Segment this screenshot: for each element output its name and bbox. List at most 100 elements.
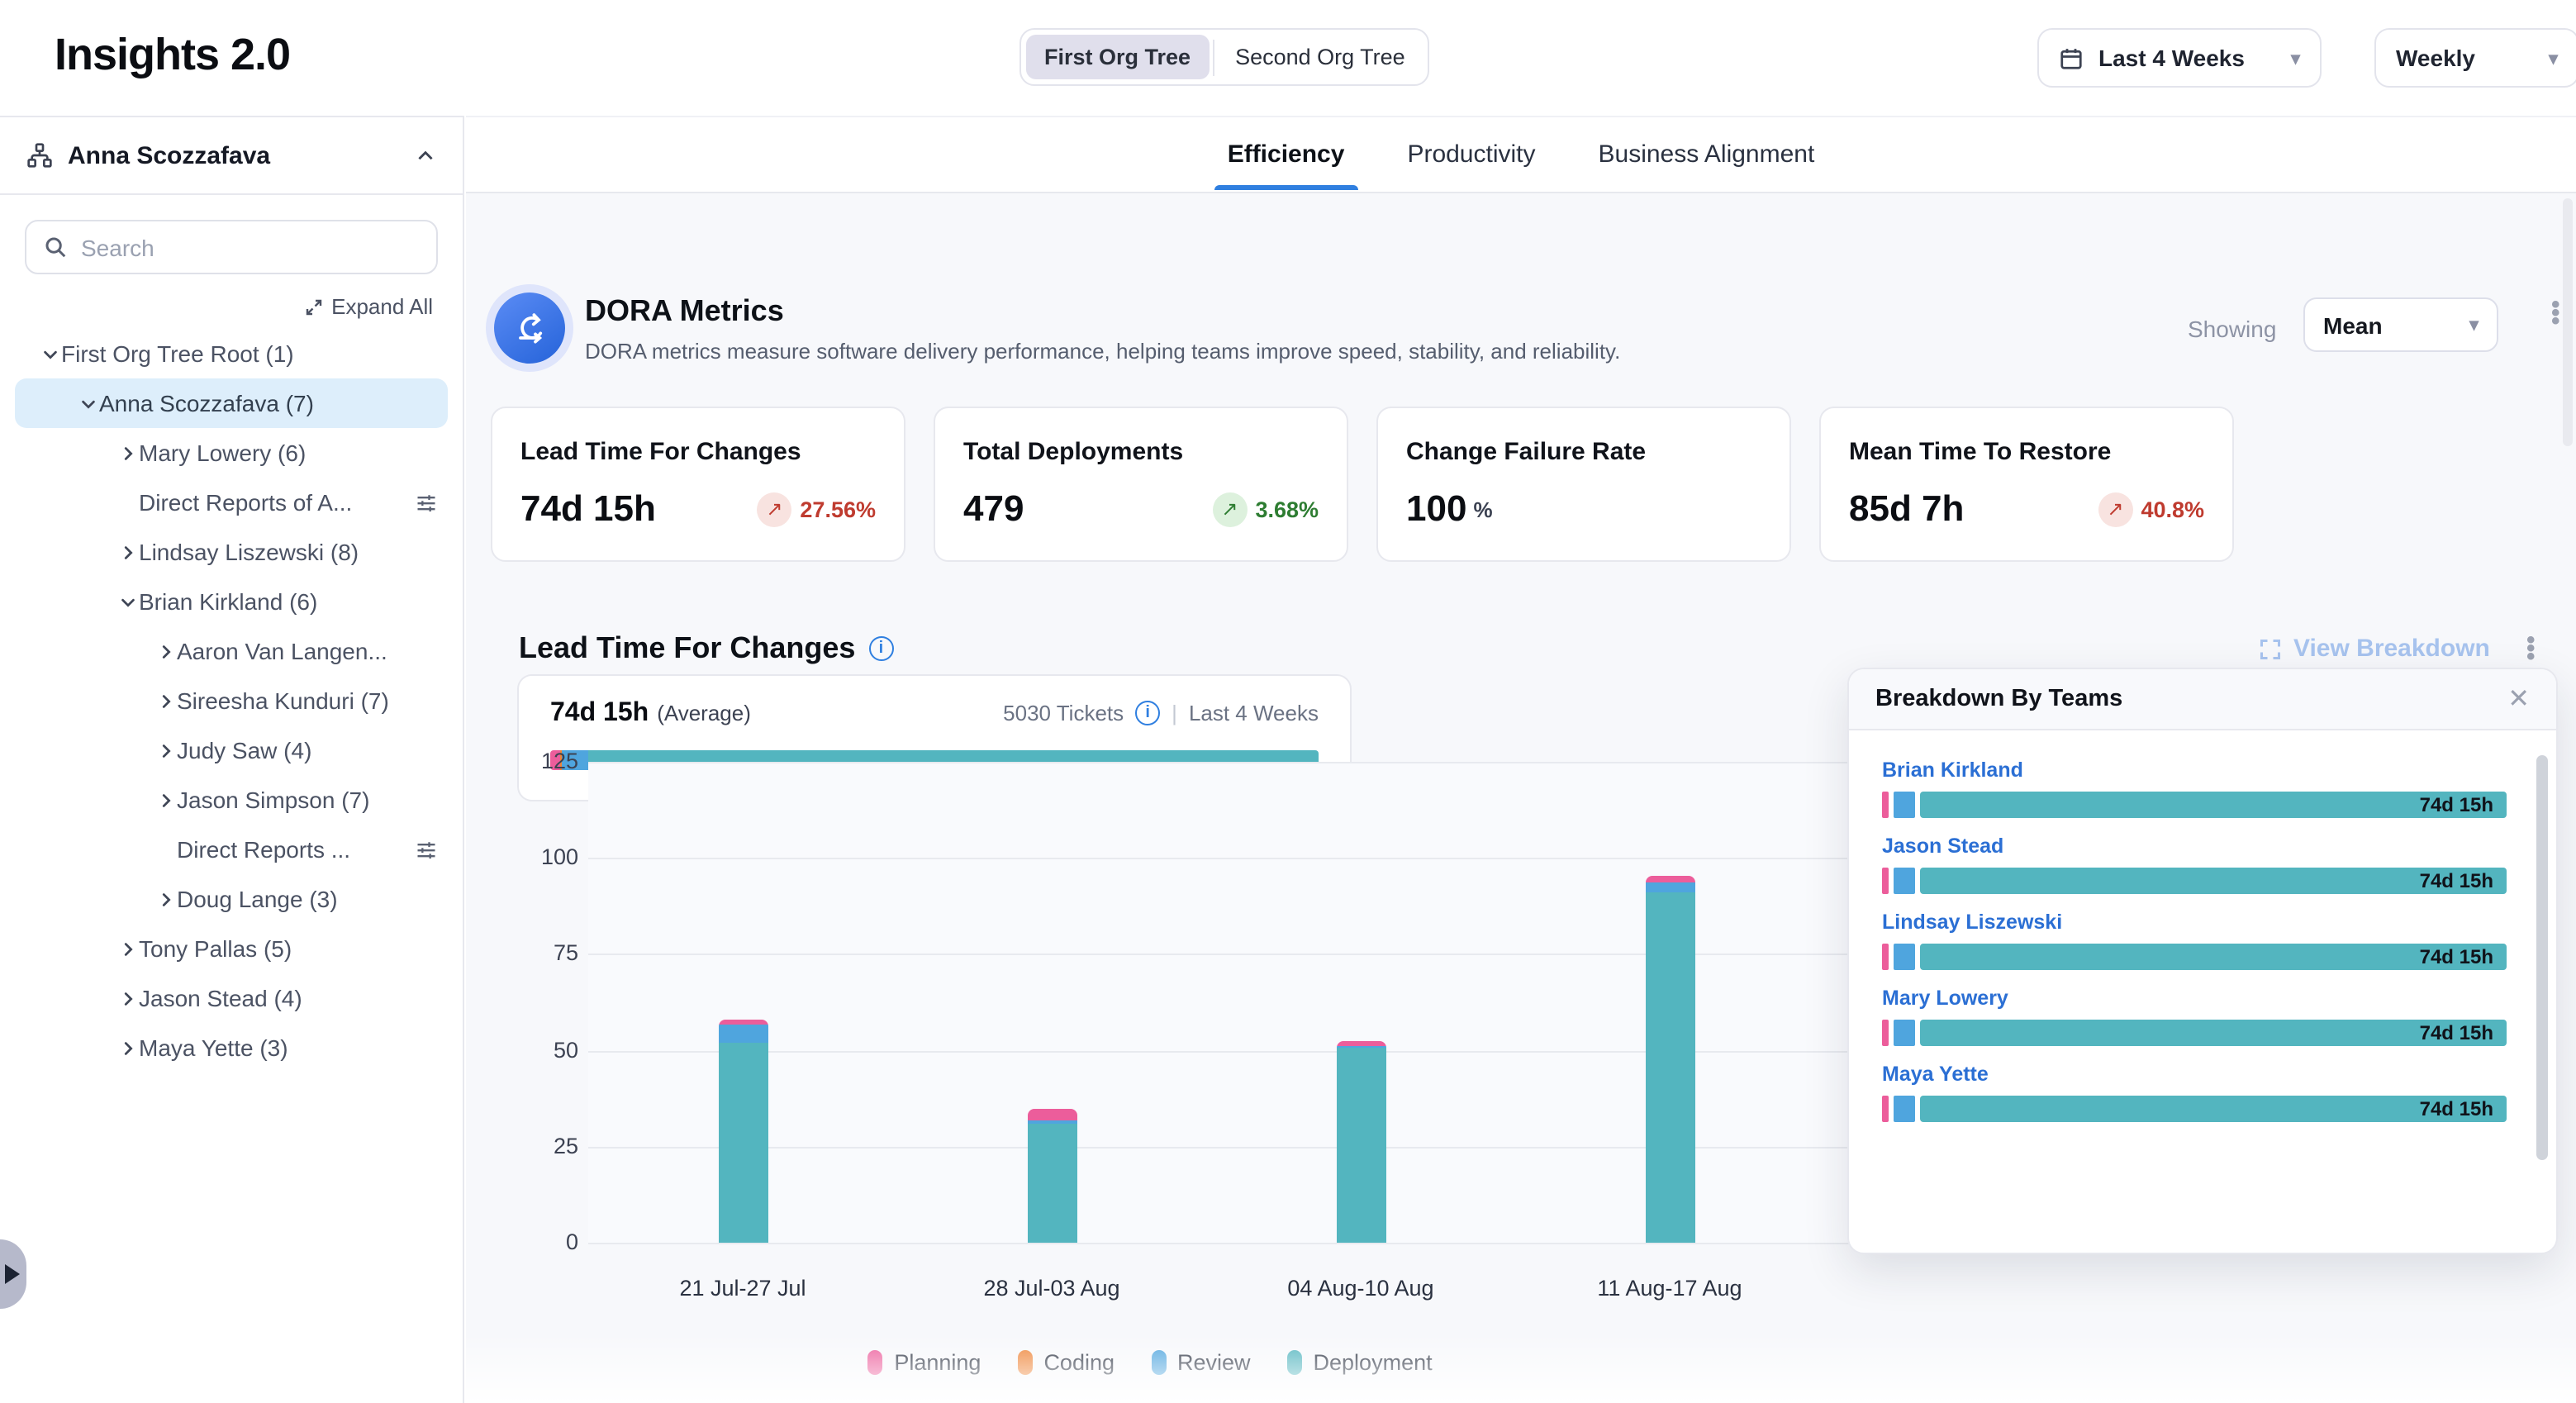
tree-item-jason-simpson-7[interactable]: Jason Simpson (7) [15, 775, 448, 825]
summary-period: Last 4 Weeks [1189, 701, 1319, 725]
efficiency-content: DORA Metrics DORA metrics measure softwa… [466, 193, 2576, 1403]
chart-bar-1[interactable] [718, 1020, 768, 1243]
filter-icon[interactable] [415, 838, 438, 861]
team-row-mary-lowery: Mary Lowery 74d 15h [1882, 987, 2507, 1046]
dora-metrics-icon [494, 292, 565, 364]
expand-icon [303, 297, 323, 316]
metric-card-value: 74d 15h [520, 487, 656, 530]
team-bar-review [1894, 944, 1915, 970]
chevron-down-icon[interactable] [76, 394, 99, 412]
summary-tickets: 5030 Tickets [1003, 701, 1124, 725]
team-name-link[interactable]: Lindsay Liszewski [1882, 911, 2507, 934]
tab-productivity[interactable]: Productivity [1404, 120, 1538, 189]
tab-business-alignment[interactable]: Business Alignment [1595, 120, 1818, 189]
filter-icon[interactable] [415, 491, 438, 514]
team-name-link[interactable]: Brian Kirkland [1882, 759, 2507, 782]
aggregation-select[interactable]: Mean ▾ [2303, 297, 2498, 352]
team-value: 74d 15h [2420, 793, 2493, 816]
trend-up-arrow-icon: ↗ [757, 492, 791, 526]
team-name-link[interactable]: Jason Stead [1882, 835, 2507, 858]
page-scrollbar[interactable] [2563, 198, 2573, 446]
chevron-right-icon[interactable] [116, 444, 139, 462]
tree-item-anna-scozzafava-7[interactable]: Anna Scozzafava (7) [15, 378, 448, 428]
chevron-right-icon[interactable] [154, 741, 177, 759]
bar-segment-planning [1645, 875, 1694, 882]
team-bar-deployment: 74d 15h [1920, 1020, 2507, 1046]
tree-item-label: Brian Kirkland (6) [139, 588, 317, 615]
expand-all-label: Expand All [331, 294, 433, 319]
date-range-select[interactable]: Last 4 Weeks ▾ [2037, 28, 2322, 88]
breakdown-panel-title: Breakdown By Teams [1875, 686, 2122, 712]
bar-segment-planning [1027, 1108, 1077, 1120]
team-bar-deployment: 74d 15h [1920, 944, 2507, 970]
trend-up-arrow-icon: ↗ [1212, 492, 1247, 526]
chart-bar-2[interactable] [1027, 1108, 1077, 1243]
tree-item-lindsay-liszewski-8[interactable]: Lindsay Liszewski (8) [15, 527, 448, 577]
tree-item-mary-lowery-6[interactable]: Mary Lowery (6) [15, 428, 448, 478]
trend-badge: ↗40.8% [2098, 492, 2204, 526]
tree-item-sireesha-kunduri-7[interactable]: Sireesha Kunduri (7) [15, 676, 448, 725]
chart-bar-4[interactable] [1645, 875, 1694, 1243]
panel-scrollbar[interactable] [2536, 755, 2548, 1160]
chevron-right-icon[interactable] [154, 692, 177, 710]
y-tick-label: 100 [512, 844, 578, 869]
lead-time-menu-button[interactable]: ••• [2526, 636, 2536, 661]
granularity-select[interactable]: Weekly ▾ [2374, 28, 2576, 88]
chevron-down-icon[interactable] [38, 345, 61, 363]
info-icon[interactable]: i [868, 636, 893, 661]
y-tick-label: 25 [512, 1134, 578, 1158]
expand-all-button[interactable]: Expand All [0, 294, 433, 319]
legend-swatch-deployment [1287, 1350, 1302, 1375]
tree-item-maya-yette-3[interactable]: Maya Yette (3) [15, 1023, 448, 1072]
dora-menu-button[interactable]: ••• [2551, 301, 2560, 326]
tree-item-direct-reports-of-a[interactable]: Direct Reports of A... [15, 478, 448, 527]
tree-item-aaron-van-langen[interactable]: Aaron Van Langen... [15, 626, 448, 676]
breakdown-panel-body: Brian Kirkland 74d 15h Jason Stead 74d 15h L… [1849, 730, 2556, 1122]
team-bar-deployment: 74d 15h [1920, 1096, 2507, 1122]
legend-item-review[interactable]: Review [1151, 1350, 1251, 1375]
search-input[interactable] [81, 234, 420, 260]
date-range-value: Last 4 Weeks [2098, 45, 2245, 71]
chevron-up-icon[interactable] [415, 145, 436, 166]
toggle-first-org-tree[interactable]: First Org Tree [1026, 35, 1209, 79]
team-phase-bar: 74d 15h [1882, 1096, 2507, 1122]
legend-item-deployment[interactable]: Deployment [1287, 1350, 1433, 1375]
tree-item-jason-stead-4[interactable]: Jason Stead (4) [15, 973, 448, 1023]
tree-item-judy-saw-4[interactable]: Judy Saw (4) [15, 725, 448, 775]
tab-efficiency[interactable]: Efficiency [1224, 120, 1348, 189]
legend-item-coding[interactable]: Coding [1017, 1350, 1115, 1375]
info-icon[interactable]: i [1135, 701, 1160, 725]
toggle-second-org-tree[interactable]: Second Org Tree [1217, 35, 1423, 79]
team-name-link[interactable]: Maya Yette [1882, 1063, 2507, 1086]
tree-item-label: Lindsay Liszewski (8) [139, 539, 359, 565]
tree-item-label: Sireesha Kunduri (7) [177, 687, 389, 714]
chevron-right-icon[interactable] [116, 939, 139, 958]
chevron-right-icon[interactable] [116, 1039, 139, 1057]
chevron-right-icon[interactable] [154, 890, 177, 908]
metric-card-title: Change Failure Rate [1406, 438, 1761, 466]
legend-swatch-planning [867, 1350, 882, 1375]
tree-item-tony-pallas-5[interactable]: Tony Pallas (5) [15, 924, 448, 973]
tree-item-direct-reports[interactable]: Direct Reports ... [15, 825, 448, 874]
chevron-right-icon[interactable] [154, 642, 177, 660]
org-tree-icon [26, 142, 53, 169]
x-tick-label: 21 Jul-27 Jul [679, 1276, 806, 1301]
y-tick-label: 75 [512, 941, 578, 966]
sidebar-header[interactable]: Anna Scozzafava [0, 117, 463, 195]
chevron-right-icon[interactable] [154, 791, 177, 809]
chart-bar-3[interactable] [1336, 1041, 1385, 1243]
tree-item-brian-kirkland-6[interactable]: Brian Kirkland (6) [15, 577, 448, 626]
breakdown-by-teams-panel: Breakdown By Teams ✕ Brian Kirkland 74d 1… [1847, 668, 2558, 1254]
chevron-right-icon[interactable] [116, 543, 139, 561]
tree-item-doug-lange-3[interactable]: Doug Lange (3) [15, 874, 448, 924]
tree-item-first-org-tree-root-1[interactable]: First Org Tree Root (1) [15, 329, 448, 378]
bar-segment-deployment [718, 1043, 768, 1243]
top-header: Insights 2.0 First Org Tree Second Org T… [0, 0, 2576, 116]
team-name-link[interactable]: Mary Lowery [1882, 987, 2507, 1010]
view-breakdown-button[interactable]: View Breakdown [2259, 635, 2490, 663]
toggle-divider [1212, 39, 1214, 75]
legend-item-planning[interactable]: Planning [867, 1350, 981, 1375]
close-icon[interactable]: ✕ [2507, 682, 2530, 716]
chevron-down-icon[interactable] [116, 592, 139, 611]
chevron-right-icon[interactable] [116, 989, 139, 1007]
